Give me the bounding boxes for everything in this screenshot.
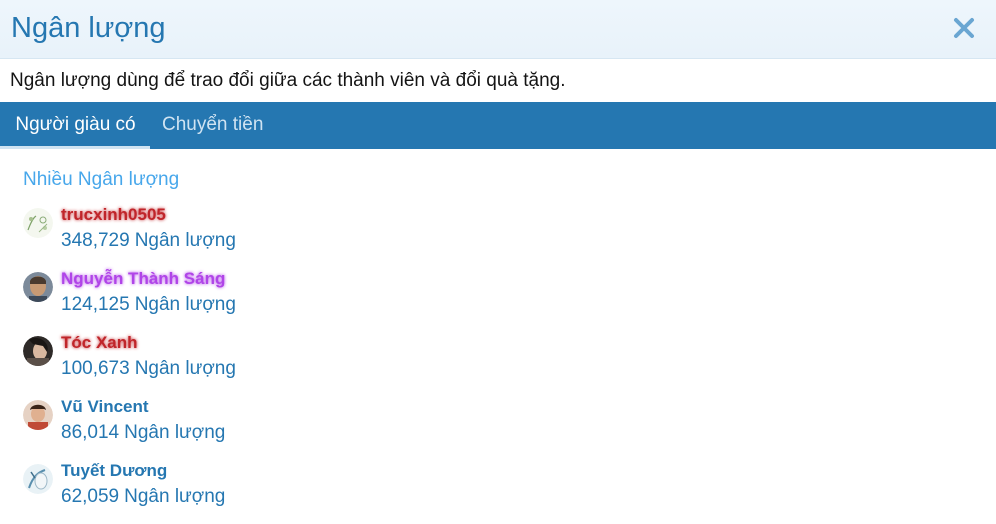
rich-user-list: trucxinh0505 348,729 Ngân lượng Nguyễn Th… bbox=[23, 204, 996, 524]
tab-chuyen-tien[interactable]: Chuyển tiền bbox=[162, 102, 263, 149]
user-amount: 62,059 Ngân lượng bbox=[61, 484, 225, 510]
amount-value: 348,729 bbox=[61, 230, 130, 251]
list-item: Nguyễn Thành Sáng 124,125 Ngân lượng bbox=[23, 268, 996, 332]
user-name[interactable]: Tóc Xanh bbox=[61, 332, 138, 354]
avatar[interactable] bbox=[23, 272, 53, 302]
list-item: Tóc Xanh 100,673 Ngân lượng bbox=[23, 332, 996, 396]
tab-label: Chuyển tiền bbox=[162, 114, 264, 135]
close-icon[interactable] bbox=[950, 14, 978, 42]
tab-nguoi-giau-co[interactable]: Người giàu có bbox=[0, 102, 150, 149]
amount-value: 62,059 bbox=[61, 486, 120, 507]
currency-label: Ngân lượng bbox=[134, 358, 236, 379]
tab-bar: Người giàu có Chuyển tiền bbox=[0, 102, 996, 149]
list-item: Tuyết Dương 62,059 Ngân lượng bbox=[23, 460, 996, 524]
avatar[interactable] bbox=[23, 400, 53, 430]
avatar[interactable] bbox=[23, 464, 53, 494]
amount-value: 86,014 bbox=[61, 422, 120, 443]
amount-value: 124,125 bbox=[61, 294, 130, 315]
currency-label: Ngân lượng bbox=[134, 294, 236, 315]
user-name[interactable]: Tuyết Dương bbox=[61, 460, 167, 482]
user-amount: 100,673 Ngân lượng bbox=[61, 356, 236, 382]
user-amount: 124,125 Ngân lượng bbox=[61, 292, 236, 318]
active-tab-underline bbox=[0, 146, 150, 149]
dialog-header: Ngân lượng bbox=[0, 0, 996, 59]
avatar[interactable] bbox=[23, 208, 53, 238]
user-name[interactable]: Vũ Vincent bbox=[61, 396, 149, 418]
tab-content: Nhiều Ngân lượng trucxinh0505 348,729 Ngâ… bbox=[0, 168, 996, 524]
user-name[interactable]: trucxinh0505 bbox=[61, 204, 166, 226]
tab-label: Người giàu có bbox=[15, 114, 136, 135]
dialog-description: Ngân lượng dùng để trao đổi giữa các thà… bbox=[0, 59, 996, 102]
section-heading: Nhiều Ngân lượng bbox=[23, 169, 180, 190]
currency-label: Ngân lượng bbox=[134, 230, 236, 251]
list-item: trucxinh0505 348,729 Ngân lượng bbox=[23, 204, 996, 268]
dialog-title: Ngân lượng bbox=[11, 12, 166, 44]
currency-label: Ngân lượng bbox=[124, 486, 226, 507]
avatar[interactable] bbox=[23, 336, 53, 366]
currency-label: Ngân lượng bbox=[124, 422, 226, 443]
user-amount: 86,014 Ngân lượng bbox=[61, 420, 225, 446]
amount-value: 100,673 bbox=[61, 358, 130, 379]
user-amount: 348,729 Ngân lượng bbox=[61, 228, 236, 254]
user-name[interactable]: Nguyễn Thành Sáng bbox=[61, 268, 225, 290]
ngan-luong-dialog: Ngân lượng Ngân lượng dùng để trao đổi g… bbox=[0, 0, 996, 523]
list-item: Vũ Vincent 86,014 Ngân lượng bbox=[23, 396, 996, 460]
